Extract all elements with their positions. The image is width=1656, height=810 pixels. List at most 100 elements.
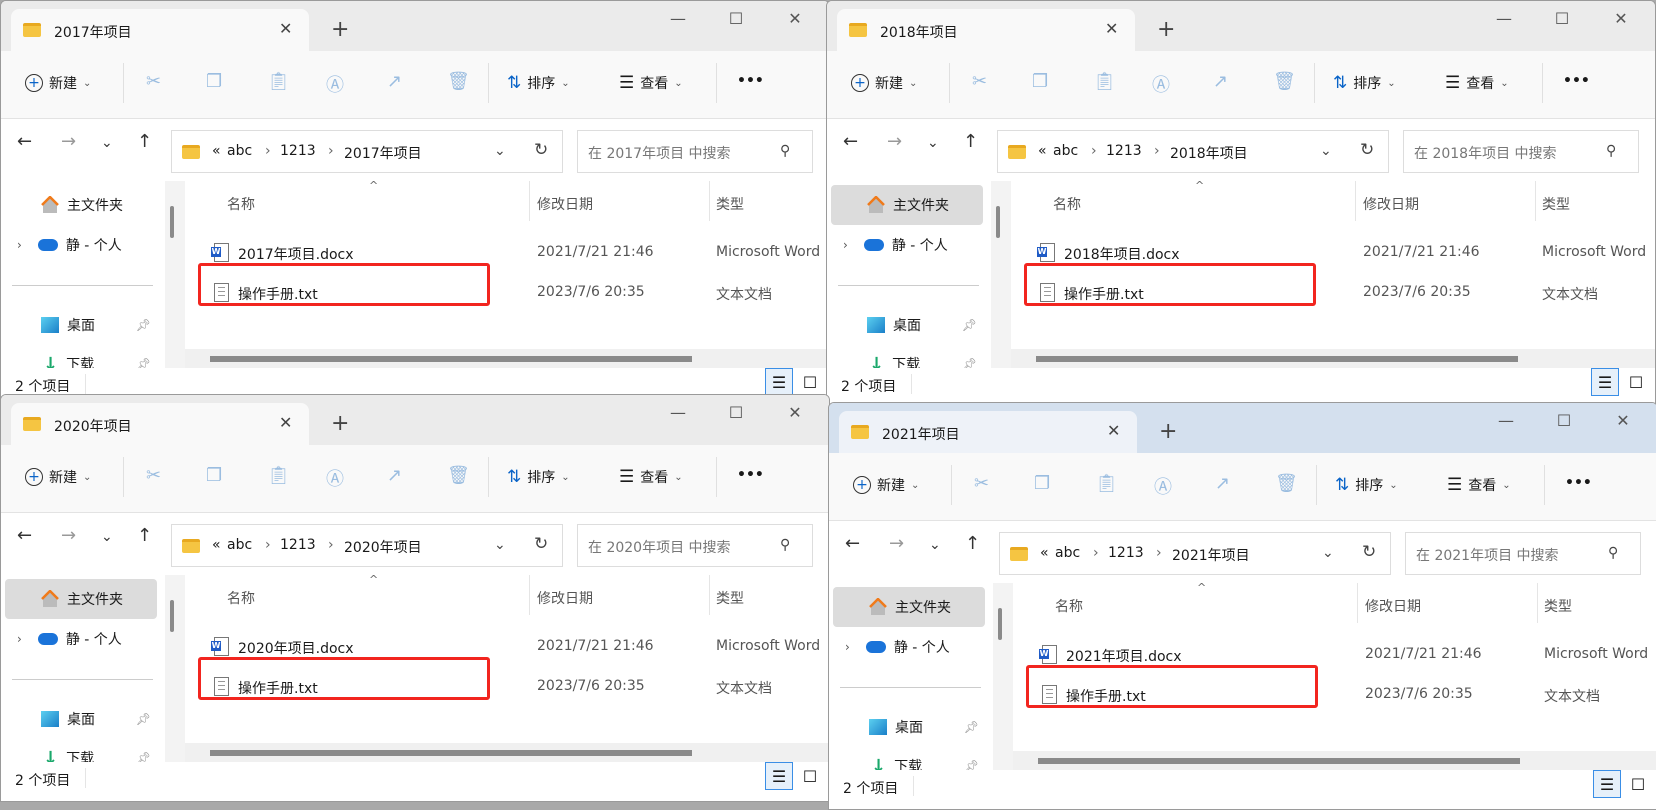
column-header-type[interactable]: 类型 bbox=[716, 194, 744, 214]
breadcrumb-separator-icon[interactable]: › bbox=[328, 537, 334, 553]
sidebar-scrollbar-thumb[interactable] bbox=[998, 608, 1002, 640]
cut-icon[interactable]: ✂ bbox=[972, 71, 987, 92]
rename-icon[interactable]: Ⓐ bbox=[1152, 71, 1170, 97]
breadcrumb-item[interactable]: 1213 bbox=[280, 143, 316, 159]
details-view-button[interactable]: ☰ bbox=[1591, 368, 1619, 396]
tab[interactable]: 2017年项目 ✕ bbox=[11, 9, 309, 51]
close-button[interactable]: ✕ bbox=[1603, 411, 1643, 430]
sort-button[interactable]: ⇅ 排序 ⌄ bbox=[1333, 73, 1396, 93]
breadcrumb-separator-icon[interactable]: › bbox=[328, 143, 334, 159]
search-icon[interactable]: ⚲ bbox=[1608, 545, 1618, 561]
paste-icon[interactable]: 📋︎ bbox=[267, 71, 290, 92]
column-header-name[interactable]: 名称 bbox=[227, 194, 255, 214]
sort-button[interactable]: ⇅ 排序 ⌄ bbox=[507, 467, 570, 487]
breadcrumb-item[interactable]: 1213 bbox=[1108, 545, 1144, 561]
maximize-button[interactable]: ☐ bbox=[716, 403, 756, 422]
address-bar[interactable]: « abc › 1213 › 2018年项目 ⌄ ↻ bbox=[997, 130, 1389, 173]
sidebar-scrollbar-thumb[interactable] bbox=[170, 206, 174, 238]
tab[interactable]: 2020年项目 ✕ bbox=[11, 403, 309, 445]
address-bar[interactable]: « abc › 1213 › 2021年项目 ⌄ ↻ bbox=[999, 532, 1391, 575]
address-dropdown-icon[interactable]: ⌄ bbox=[1322, 545, 1334, 561]
back-icon[interactable]: ← bbox=[17, 131, 32, 152]
search-icon[interactable]: ⚲ bbox=[1606, 143, 1616, 159]
view-button[interactable]: ☰ 查看 ⌄ bbox=[1447, 475, 1511, 495]
more-options-button[interactable]: ••• bbox=[1563, 73, 1590, 89]
share-icon[interactable]: ↗ bbox=[387, 465, 402, 486]
close-button[interactable]: ✕ bbox=[1601, 9, 1641, 28]
pin-icon[interactable]: 📌︎ bbox=[962, 318, 977, 332]
pin-icon[interactable]: 📌︎ bbox=[136, 318, 151, 332]
breadcrumb-separator-icon[interactable]: › bbox=[1154, 143, 1160, 159]
delete-icon[interactable]: 🗑︎ bbox=[1273, 71, 1296, 92]
forward-icon[interactable]: → bbox=[61, 525, 76, 546]
refresh-icon[interactable]: ↻ bbox=[534, 140, 548, 160]
cut-icon[interactable]: ✂ bbox=[974, 473, 989, 494]
breadcrumb-separator-icon[interactable]: › bbox=[1091, 143, 1097, 159]
delete-icon[interactable]: 🗑︎ bbox=[1275, 473, 1298, 494]
tab-close-icon[interactable]: ✕ bbox=[279, 19, 292, 38]
recent-locations-chevron-icon[interactable]: ⌄ bbox=[101, 135, 113, 151]
new-button[interactable]: + 新建 ⌄ bbox=[25, 73, 91, 93]
tab[interactable]: 2021年项目 ✕ bbox=[839, 411, 1137, 453]
new-button[interactable]: + 新建 ⌄ bbox=[853, 475, 919, 495]
share-icon[interactable]: ↗ bbox=[387, 71, 402, 92]
breadcrumb-separator-icon[interactable]: › bbox=[1093, 545, 1099, 561]
sidebar-item-home[interactable]: 主文件夹 bbox=[831, 185, 983, 225]
new-tab-button[interactable]: + bbox=[1159, 419, 1177, 444]
breadcrumb-overflow[interactable]: « bbox=[212, 537, 221, 553]
column-header-name[interactable]: 名称 bbox=[227, 588, 255, 608]
horizontal-scrollbar-thumb[interactable] bbox=[1036, 356, 1518, 362]
delete-icon[interactable]: 🗑︎ bbox=[447, 71, 470, 92]
address-bar[interactable]: « abc › 1213 › 2020年项目 ⌄ ↻ bbox=[171, 524, 563, 567]
sort-button[interactable]: ⇅ 排序 ⌄ bbox=[507, 73, 570, 93]
paste-icon[interactable]: 📋︎ bbox=[1095, 473, 1118, 494]
breadcrumb-item[interactable]: abc bbox=[227, 143, 252, 159]
column-header-type[interactable]: 类型 bbox=[1542, 194, 1570, 214]
new-tab-button[interactable]: + bbox=[1157, 17, 1175, 42]
column-header-name[interactable]: 名称 bbox=[1053, 194, 1081, 214]
column-divider[interactable] bbox=[1355, 181, 1356, 221]
breadcrumb-item[interactable]: 2021年项目 bbox=[1172, 545, 1250, 565]
pin-icon[interactable]: 📌︎ bbox=[964, 720, 979, 734]
tab-close-icon[interactable]: ✕ bbox=[1107, 421, 1120, 440]
more-options-button[interactable]: ••• bbox=[737, 467, 764, 483]
breadcrumb-separator-icon[interactable]: › bbox=[265, 537, 271, 553]
minimize-button[interactable]: — bbox=[658, 9, 698, 28]
back-icon[interactable]: ← bbox=[17, 525, 32, 546]
up-icon[interactable]: ↑ bbox=[963, 131, 978, 152]
close-button[interactable]: ✕ bbox=[775, 403, 815, 422]
breadcrumb-item[interactable]: abc bbox=[1053, 143, 1078, 159]
tab-close-icon[interactable]: ✕ bbox=[279, 413, 292, 432]
more-options-button[interactable]: ••• bbox=[737, 73, 764, 89]
column-header-date[interactable]: 修改日期 bbox=[537, 588, 593, 608]
column-divider[interactable] bbox=[709, 181, 710, 221]
breadcrumb-overflow[interactable]: « bbox=[1040, 545, 1049, 561]
back-icon[interactable]: ← bbox=[845, 533, 860, 554]
sidebar-item-home[interactable]: 主文件夹 bbox=[5, 579, 157, 619]
search-box[interactable]: 在 2017年项目 中搜索 ⚲ bbox=[577, 130, 813, 173]
sidebar-item-desktop[interactable]: 桌面 📌︎ bbox=[5, 699, 157, 739]
view-button[interactable]: ☰ 查看 ⌄ bbox=[1445, 73, 1509, 93]
minimize-button[interactable]: — bbox=[1486, 411, 1526, 430]
column-divider[interactable] bbox=[1357, 583, 1358, 623]
column-divider[interactable] bbox=[1535, 181, 1536, 221]
cut-icon[interactable]: ✂ bbox=[146, 465, 161, 486]
address-dropdown-icon[interactable]: ⌄ bbox=[494, 537, 506, 553]
back-icon[interactable]: ← bbox=[843, 131, 858, 152]
up-icon[interactable]: ↑ bbox=[137, 525, 152, 546]
column-divider[interactable] bbox=[529, 575, 530, 615]
sidebar-item-desktop[interactable]: 桌面 📌︎ bbox=[5, 305, 157, 345]
tiles-view-button[interactable]: ☐ bbox=[796, 368, 824, 396]
chevron-right-icon[interactable]: › bbox=[17, 632, 22, 646]
more-options-button[interactable]: ••• bbox=[1565, 475, 1592, 491]
new-button[interactable]: + 新建 ⌄ bbox=[25, 467, 91, 487]
close-button[interactable]: ✕ bbox=[775, 9, 815, 28]
copy-icon[interactable]: ❐ bbox=[206, 465, 222, 486]
column-divider[interactable] bbox=[709, 575, 710, 615]
forward-icon[interactable]: → bbox=[61, 131, 76, 152]
breadcrumb-item[interactable]: 2020年项目 bbox=[344, 537, 422, 557]
column-header-type[interactable]: 类型 bbox=[716, 588, 744, 608]
paste-icon[interactable]: 📋︎ bbox=[267, 465, 290, 486]
refresh-icon[interactable]: ↻ bbox=[534, 534, 548, 554]
sidebar-item-onedrive[interactable]: › 静 - 个人 bbox=[5, 225, 157, 265]
